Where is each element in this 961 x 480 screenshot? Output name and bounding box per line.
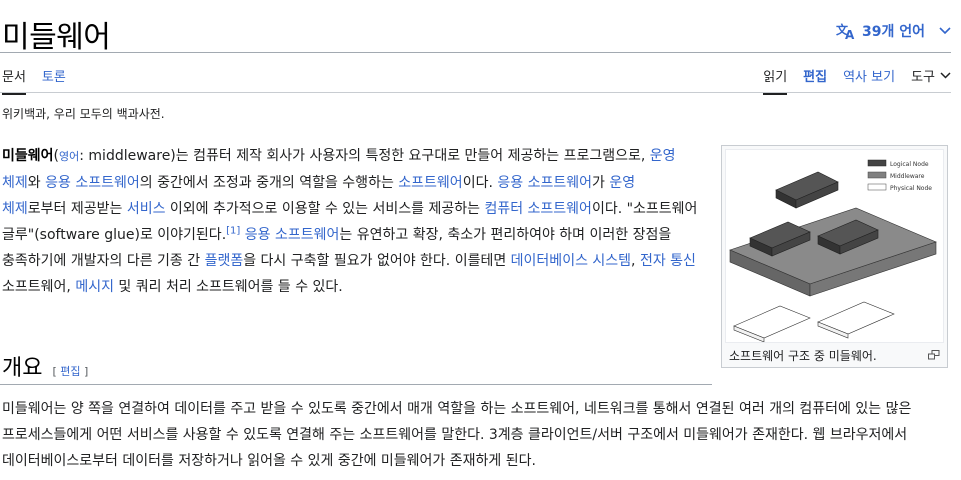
legend-swatch-middleware [867, 171, 887, 179]
tab-tools[interactable]: 도구 [911, 66, 951, 93]
link-application-software[interactable]: 응용 소프트웨어 [245, 227, 340, 243]
text-run: 이다. [462, 175, 498, 191]
title-divider [0, 52, 951, 53]
section-divider [0, 384, 712, 385]
link-software[interactable]: 소프트웨어 [398, 175, 462, 191]
text-run: 및 쿼리 처리 소프트웨어를 들 수 있다. [113, 279, 343, 295]
link-computer-software[interactable]: 컴퓨터 소프트웨어 [484, 201, 592, 217]
link-telecommunication[interactable]: 전자 통신 [640, 253, 696, 269]
text-run: 가 [591, 175, 610, 191]
page-title: 미들웨어 [2, 20, 111, 55]
caption-text: 소프트웨어 구조 중 미들웨어. [729, 349, 877, 363]
link-message[interactable]: 메시지 [75, 279, 114, 295]
tab-talk[interactable]: 토론 [42, 66, 66, 95]
tools-label: 도구 [911, 70, 935, 85]
tab-edit[interactable]: 편집 [803, 66, 827, 93]
section-title: 개요 [2, 356, 43, 381]
text-run: 와 [27, 175, 46, 191]
link-database-system[interactable]: 데이터베이스 시스템 [511, 253, 631, 269]
middleware-diagram[interactable]: Logical Node Middleware Physical Node [725, 149, 944, 343]
namespace-tabs: 문서 토론 [2, 66, 66, 95]
legend-physical-node: Physical Node [890, 185, 932, 192]
chevron-down-icon [940, 68, 951, 83]
link-platform[interactable]: 플랫폼 [205, 253, 244, 269]
lead-term: 미들웨어 [2, 148, 54, 164]
language-button[interactable]: 文 A 39개 언어 [836, 21, 951, 41]
legend-logical-node: Logical Node [890, 161, 929, 168]
bracket-close: ] [80, 365, 89, 378]
language-count: 39개 언어 [862, 24, 925, 40]
legend-swatch-physical [867, 183, 887, 191]
section-edit: [ 편집 ] [52, 363, 88, 379]
physical-node-right [817, 301, 895, 339]
citation-link[interactable]: [1] [226, 225, 240, 236]
text-run: 을 다시 구축할 필요가 없어야 한다. 이를테면 [243, 253, 511, 269]
text-run: 이외에 추가적으로 이용할 수 있는 서비스를 제공하는 [165, 201, 485, 217]
link-service[interactable]: 서비스 [127, 201, 166, 217]
text-run: : middleware)는 컴퓨터 제작 회사가 사용자의 특정한 요구대로 … [79, 148, 650, 164]
translate-icon: 文 A [836, 22, 856, 40]
middleware-layer [729, 207, 937, 297]
tabs-divider [0, 92, 951, 93]
tab-article[interactable]: 문서 [2, 66, 26, 95]
overview-paragraph: 미들웨어는 양 쪽을 연결하여 데이터를 주고 받을 수 있도록 중간에서 매개… [2, 401, 912, 469]
lead-paragraph: 미들웨어(영어: middleware)는 컴퓨터 제작 회사가 사용자의 특정… [2, 143, 698, 300]
tab-read[interactable]: 읽기 [763, 66, 788, 95]
section-edit-link[interactable]: 편집 [60, 365, 80, 378]
link-application-software[interactable]: 응용 소프트웨어 [45, 175, 140, 191]
section-heading: 개요 [ 편집 ] [2, 350, 88, 382]
english-link[interactable]: 영어 [59, 150, 79, 163]
logical-node-top [775, 171, 839, 209]
svg-text:A: A [845, 28, 855, 40]
legend-swatch-logical [867, 159, 887, 167]
link-application-software[interactable]: 응용 소프트웨어 [497, 175, 592, 191]
text-run: 소프트웨어, [2, 279, 76, 295]
enlarge-icon[interactable] [928, 349, 940, 363]
site-tagline: 위키백과, 우리 모두의 백과사전. [2, 107, 165, 121]
physical-node-left [733, 305, 811, 343]
legend-middleware: Middleware [890, 173, 925, 180]
chevron-down-icon [939, 27, 951, 35]
infobox-caption: 소프트웨어 구조 중 미들웨어. [725, 343, 944, 364]
view-tabs: 읽기 편집 역사 보기 도구 [763, 66, 951, 95]
text-run: , [631, 253, 640, 269]
text-run: 의 중간에서 조정과 중개의 역할을 수행하는 [139, 175, 399, 191]
tab-history[interactable]: 역사 보기 [843, 66, 895, 93]
infobox-figure: Logical Node Middleware Physical Node 소프… [721, 145, 948, 368]
text-run: 로부터 제공받는 [27, 201, 127, 217]
